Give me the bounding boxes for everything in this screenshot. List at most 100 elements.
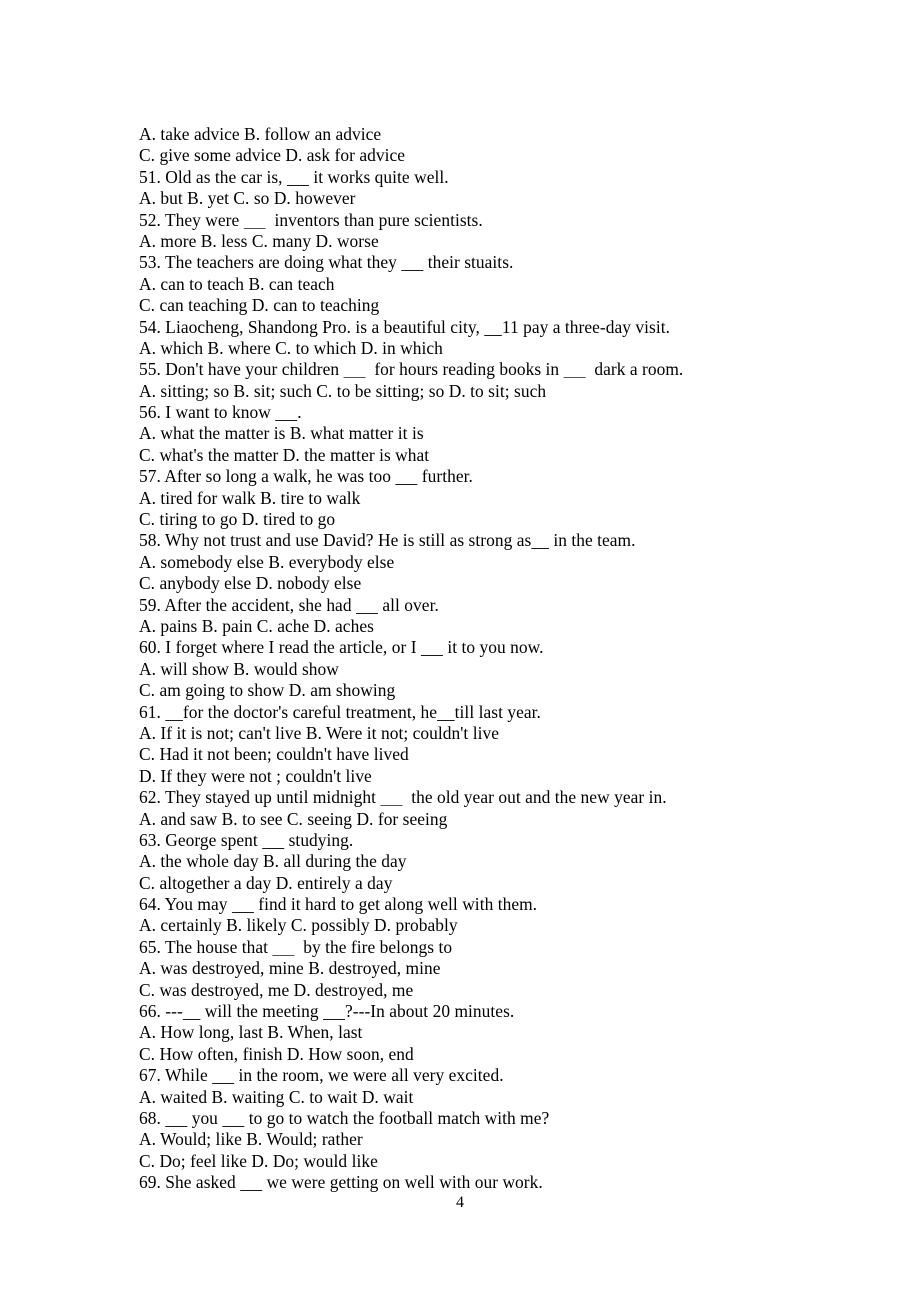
line-text: 65. The house that [139,936,273,957]
line-text: C. anybody else D. nobody else [139,573,362,594]
line-text: C. can teaching D. can to teaching [139,295,380,316]
line-text: C. altogether a day D. entirely a day [139,872,393,893]
answer-blank[interactable] [564,359,586,379]
line-text: find it hard to get along well with them… [253,894,538,915]
line-text: A. more B. less C. many D. worse [139,230,379,251]
line-opt-61-d: D. If they were not ; couldn't live [139,766,859,787]
answer-blank[interactable] [395,466,417,486]
line-text: we were getting on well with our work. [262,1172,543,1193]
line-text: . [297,402,302,423]
line-text: for the doctor's careful treatment, he [182,701,438,722]
line-text: A. the whole day B. all during the day [139,851,407,872]
line-text: 11 pay a three-day visit. [501,316,671,337]
line-text: A. sitting; so B. sit; such C. to be sit… [139,380,547,401]
answer-blank[interactable] [323,1001,345,1021]
line-opt-63-cd: C. altogether a day D. entirely a day [139,873,859,894]
line-q68: 68. you to go to watch the football matc… [139,1108,859,1129]
line-text: A. which B. where C. to which D. in whic… [139,337,443,358]
line-opt-54: A. which B. where C. to which D. in whic… [139,338,859,359]
line-text: A. take advice B. follow an advice [139,124,382,144]
answer-blank[interactable] [531,530,549,550]
answer-blank[interactable] [244,210,266,230]
line-q52: 52. They were inventors than pure scient… [139,210,859,231]
line-opt-59: A. pains B. pain C. ache D. aches [139,616,859,637]
line-q61: 61. for the doctor's careful treatment, … [139,702,859,723]
line-opt-56-cd: C. what's the matter D. the matter is wh… [139,445,859,466]
line-text: C. give some advice D. ask for advice [139,145,406,166]
line-q63: 63. George spent studying. [139,830,859,851]
answer-blank[interactable] [240,1172,262,1192]
answer-blank[interactable] [275,402,297,422]
answer-blank[interactable] [356,595,378,615]
line-text: in the room, we were all very excited. [234,1065,504,1086]
line-text: A. waited B. waiting C. to wait D. wait [139,1086,414,1107]
line-opt-63-ab: A. the whole day B. all during the day [139,851,859,872]
answer-blank[interactable] [262,830,284,850]
line-text: C. How often, finish D. How soon, end [139,1043,414,1064]
answer-blank[interactable] [437,702,455,722]
answer-blank[interactable] [380,787,402,807]
line-text: C. tiring to go D. tired to go [139,509,336,530]
line-text: till last year. [454,701,541,722]
line-text: 66. --- [139,1001,183,1022]
answer-blank[interactable] [183,1001,201,1021]
line-opt-56-ab: A. what the matter is B. what matter it … [139,423,859,444]
line-text: inventors than pure scientists. [265,209,483,230]
line-text: 61. [139,701,166,722]
line-text: A. but B. yet C. so D. however [139,188,356,209]
line-text: 63. George spent [139,829,263,850]
line-text: C. what's the matter D. the matter is wh… [139,444,430,465]
line-q64: 64. You may find it hard to get along we… [139,894,859,915]
answer-blank[interactable] [287,167,309,187]
line-q60: 60. I forget where I read the article, o… [139,637,859,658]
answer-blank[interactable] [421,637,443,657]
line-text: further. [417,466,473,487]
line-text: for hours reading books in [365,359,564,380]
line-text: 58. Why not trust and use David? He is s… [139,530,532,551]
line-text: C. Do; feel like D. Do; would like [139,1150,378,1171]
line-text: 62. They stayed up until midnight [139,787,381,808]
page-number: 4 [456,1194,464,1211]
line-text: 69. She asked [139,1172,241,1193]
line-text: studying. [284,829,354,850]
line-q54: 54. Liaocheng, Shandong Pro. is a beauti… [139,317,859,338]
line-q58: 58. Why not trust and use David? He is s… [139,530,859,551]
line-text: it to you now. [442,637,544,658]
line-text: will the meeting [200,1001,324,1022]
answer-blank[interactable] [232,894,254,914]
line-q57: 57. After so long a walk, he was too fur… [139,466,859,487]
line-text: 68. [139,1107,166,1128]
line-text: C. Had it not been; couldn't have lived [139,744,409,765]
line-opt-58-ab: A. somebody else B. everybody else [139,552,859,573]
line-opt-65-cd: C. was destroyed, me D. destroyed, me [139,980,859,1001]
line-text: D. If they were not ; couldn't live [139,765,372,786]
answer-blank[interactable] [212,1065,234,1085]
line-text: C. was destroyed, me D. destroyed, me [139,979,414,1000]
answer-blank[interactable] [165,1108,187,1128]
line-opt-53-cd: C. can teaching D. can to teaching [139,295,859,316]
line-opt-60-cd: C. am going to show D. am showing [139,680,859,701]
line-text: 60. I forget where I read the article, o… [139,637,421,658]
line-text: 55. Don't have your children [139,359,344,380]
answer-blank[interactable] [344,359,366,379]
answer-blank[interactable] [484,317,502,337]
line-text: A. can to teach B. can teach [139,273,335,294]
answer-blank[interactable] [165,702,183,722]
line-text: A. was destroyed, mine B. destroyed, min… [139,958,441,979]
line-q59: 59. After the accident, she had all over… [139,595,859,616]
line-q53: 53. The teachers are doing what they the… [139,252,859,273]
line-text: by the fire belongs to [294,936,453,957]
line-opt-57-ab: A. tired for walk B. tire to walk [139,488,859,509]
answer-blank[interactable] [272,937,294,957]
line-text: their stuaits. [423,252,514,273]
line-q69: 69. She asked we were getting on well wi… [139,1172,859,1193]
line-text: it works quite well. [308,166,449,187]
line-opt-67: A. waited B. waiting C. to wait D. wait [139,1087,859,1108]
line-text: in the team. [548,530,636,551]
line-text: you [187,1107,223,1128]
line-text: 67. While [139,1065,213,1086]
answer-blank[interactable] [222,1108,244,1128]
line-text: A. and saw B. to see C. seeing D. for se… [139,808,448,829]
answer-blank[interactable] [401,252,423,272]
line-text: A. Would; like B. Would; rather [139,1129,363,1150]
